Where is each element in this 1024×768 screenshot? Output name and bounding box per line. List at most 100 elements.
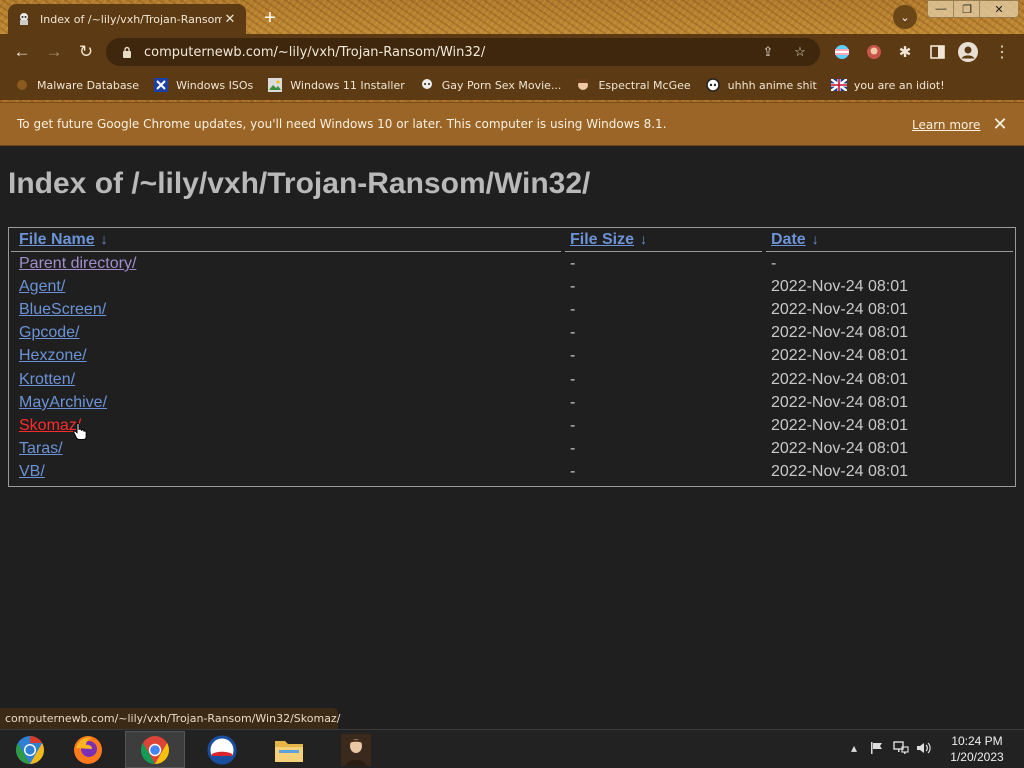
table-row: Krotten/ - 2022-Nov-24 08:01 [9,369,1015,392]
file-link[interactable]: Agent/ [19,278,65,295]
file-link[interactable]: BlueScreen/ [19,301,106,318]
file-date: 2022-Nov-24 08:01 [771,463,908,480]
file-link[interactable]: VB/ [19,463,45,480]
bookmark-item[interactable]: you are an idiot! [830,77,945,93]
file-size: - [570,324,576,341]
infobar-close-icon[interactable]: ✕ [990,114,1010,134]
portrait-icon [341,733,371,766]
minimize-icon[interactable]: — [927,0,955,18]
bookmarks-bar: Malware Database Windows ISOs Windows 11… [0,70,1024,100]
header-divider [11,251,1013,252]
table-row: Gpcode/ - 2022-Nov-24 08:01 [9,322,1015,345]
column-header-date[interactable]: Date ↓ [771,231,819,249]
tray-overflow-icon[interactable]: ▴ [846,740,862,756]
file-date: - [771,255,777,272]
sort-arrow-icon: ↓ [640,231,648,247]
character-icon [575,77,591,93]
malware-icon [14,77,30,93]
active-tab[interactable]: Index of /~lily/vxh/Trojan-Ransom/Win32/… [8,4,246,34]
start-button[interactable] [0,731,60,768]
taskbar-obama-app[interactable] [192,731,252,768]
avatar-extension-icon[interactable] [864,42,884,62]
file-date: 2022-Nov-24 08:01 [771,324,908,341]
column-header-file-size[interactable]: File Size ↓ [570,231,647,249]
file-size: - [570,394,576,411]
header-divider-gap [561,251,565,252]
clock-date: 1/20/2023 [950,750,1004,764]
file-date: 2022-Nov-24 08:01 [771,394,908,411]
sort-arrow-icon: ↓ [100,231,108,247]
chrome-icon [141,735,169,764]
update-infobar: To get future Google Chrome updates, you… [0,102,1024,146]
learn-more-link[interactable]: Learn more [912,118,980,132]
share-icon[interactable]: ⇪ [760,44,776,60]
table-header-row: File Name ↓ File Size ↓ Date ↓ [9,229,1015,252]
file-link[interactable]: Hexzone/ [19,347,87,364]
address-bar[interactable]: computernewb.com/~lily/vxh/Trojan-Ransom… [106,38,820,66]
system-clock[interactable]: 10:24 PM 1/20/2023 [936,733,1018,765]
bookmark-item[interactable]: Espectral McGee [575,77,691,93]
bookmark-label: you are an idiot! [853,78,945,92]
anime-icon [705,77,721,93]
side-panel-icon[interactable] [927,42,947,62]
profile-icon[interactable] [958,42,978,62]
taskbar-portrait-app[interactable] [326,731,386,768]
file-size: - [570,347,576,364]
file-size: - [570,440,576,457]
window-close-icon[interactable]: ✕ [979,0,1019,18]
hand-cursor-icon [73,423,87,440]
bookmark-item[interactable]: Malware Database [14,77,139,93]
file-size: - [570,417,576,434]
x-icon [153,77,169,93]
bookmark-item[interactable]: Gay Porn Sex Movie... [419,77,561,93]
table-row: MayArchive/ - 2022-Nov-24 08:01 [9,392,1015,415]
volume-icon[interactable] [916,740,932,756]
file-link[interactable]: Gpcode/ [19,324,79,341]
trans-flag-extension-icon[interactable] [832,42,852,62]
bookmark-item[interactable]: uhhh anime shit [705,77,817,93]
taskbar-chrome[interactable] [125,731,185,768]
file-link[interactable]: Krotten/ [19,371,75,388]
firefox-icon [74,735,102,764]
reload-icon[interactable]: ↻ [74,40,98,64]
file-size: - [570,463,576,480]
file-date: 2022-Nov-24 08:01 [771,440,908,457]
tab-title: Index of /~lily/vxh/Trojan-Ransom/Win32/ [40,12,222,26]
file-date: 2022-Nov-24 08:01 [771,278,908,295]
maximize-icon[interactable]: ❐ [953,0,981,18]
chromium-icon [16,735,44,764]
new-tab-icon[interactable]: + [258,6,282,30]
action-center-flag-icon[interactable] [869,740,885,756]
file-link[interactable]: Taras/ [19,440,63,457]
taskbar-file-explorer[interactable] [259,731,319,768]
file-size: - [570,278,576,295]
image-icon [267,77,283,93]
directory-listing-table: File Name ↓ File Size ↓ Date ↓ Parent direc… [8,227,1016,487]
bookmark-label: Windows 11 Installer [290,78,405,92]
taskbar-firefox[interactable] [58,731,118,768]
extensions-puzzle-icon[interactable]: ✱ [895,42,915,62]
page-title: Index of /~lily/vxh/Trojan-Ransom/Win32/ [8,167,591,200]
tab-close-icon[interactable]: ✕ [222,11,238,27]
file-link[interactable]: MayArchive/ [19,394,107,411]
table-row: Taras/ - 2022-Nov-24 08:01 [9,438,1015,461]
bookmark-star-icon[interactable]: ☆ [792,44,808,60]
bookmark-item[interactable]: Windows 11 Installer [267,77,405,93]
lock-icon[interactable] [120,45,134,59]
file-link[interactable]: Parent directory/ [19,255,136,272]
table-row: Agent/ - 2022-Nov-24 08:01 [9,276,1015,299]
column-header-file-name[interactable]: File Name ↓ [19,231,108,249]
menu-kebab-icon[interactable]: ⋮ [992,42,1012,62]
file-size: - [570,371,576,388]
forward-icon[interactable]: → [42,40,66,64]
tab-search-icon[interactable]: ⌄ [893,5,917,29]
bookmark-label: Windows ISOs [176,78,254,92]
file-date: 2022-Nov-24 08:01 [771,347,908,364]
file-size: - [570,301,576,318]
network-icon[interactable] [893,740,909,756]
bookmark-item[interactable]: Windows ISOs [153,77,253,93]
table-row: Hexzone/ - 2022-Nov-24 08:01 [9,345,1015,368]
table-row: BlueScreen/ - 2022-Nov-24 08:01 [9,299,1015,322]
bookmark-label: Espectral McGee [598,78,691,92]
back-icon[interactable]: ← [10,40,34,64]
